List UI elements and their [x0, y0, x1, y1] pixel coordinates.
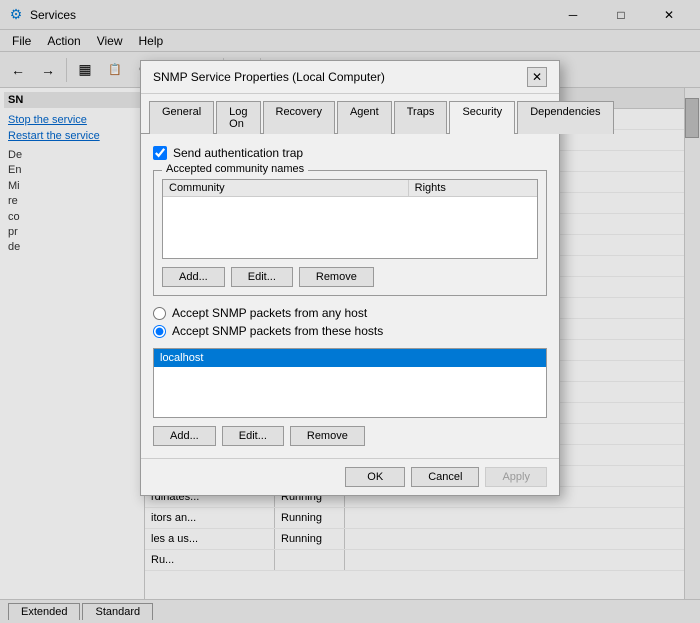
community-remove-button[interactable]: Remove	[299, 267, 374, 287]
hosts-edit-button[interactable]: Edit...	[222, 426, 284, 446]
community-table-header: Community Rights	[163, 180, 537, 197]
dialog-close-button[interactable]: ✕	[527, 67, 547, 87]
auth-trap-label: Send authentication trap	[173, 146, 303, 160]
tab-traps[interactable]: Traps	[394, 101, 448, 134]
tab-logon[interactable]: Log On	[216, 101, 260, 134]
radio-any-row: Accept SNMP packets from any host	[153, 306, 547, 320]
tab-security[interactable]: Security	[449, 101, 515, 134]
apply-button[interactable]: Apply	[485, 467, 547, 487]
dialog-title-bar: SNMP Service Properties (Local Computer)…	[141, 61, 559, 94]
radio-these-row: Accept SNMP packets from these hosts	[153, 324, 547, 338]
community-names-group: Accepted community names Community Right…	[153, 170, 547, 296]
tab-recovery[interactable]: Recovery	[263, 101, 335, 134]
tab-agent[interactable]: Agent	[337, 101, 392, 134]
cancel-button[interactable]: Cancel	[411, 467, 479, 487]
dialog-overlay: SNMP Service Properties (Local Computer)…	[0, 0, 700, 623]
community-edit-button[interactable]: Edit...	[231, 267, 293, 287]
radio-these-label: Accept SNMP packets from these hosts	[172, 324, 383, 338]
hosts-buttons: Add... Edit... Remove	[153, 426, 547, 446]
community-names-title: Accepted community names	[162, 163, 308, 175]
tab-general[interactable]: General	[149, 101, 214, 134]
hosts-list[interactable]: localhost	[153, 348, 547, 418]
auth-trap-row: Send authentication trap	[153, 146, 547, 160]
dialog-title-text: SNMP Service Properties (Local Computer)	[153, 70, 385, 84]
radio-these[interactable]	[153, 325, 166, 338]
dialog-tabs: General Log On Recovery Agent Traps Secu…	[141, 94, 559, 134]
snmp-source-group: Accept SNMP packets from any host Accept…	[153, 306, 547, 338]
hosts-remove-button[interactable]: Remove	[290, 426, 365, 446]
hosts-add-button[interactable]: Add...	[153, 426, 216, 446]
ok-button[interactable]: OK	[345, 467, 405, 487]
tab-dependencies[interactable]: Dependencies	[517, 101, 613, 134]
community-table[interactable]: Community Rights	[162, 179, 538, 259]
col-community: Community	[163, 180, 409, 196]
radio-any[interactable]	[153, 307, 166, 320]
auth-trap-checkbox[interactable]	[153, 146, 167, 160]
list-item[interactable]: localhost	[154, 349, 546, 367]
community-add-button[interactable]: Add...	[162, 267, 225, 287]
dialog-footer: OK Cancel Apply	[141, 458, 559, 495]
radio-any-label: Accept SNMP packets from any host	[172, 306, 367, 320]
col-rights: Rights	[409, 180, 537, 196]
dialog-body: Send authentication trap Accepted commun…	[141, 134, 559, 458]
snmp-dialog: SNMP Service Properties (Local Computer)…	[140, 60, 560, 496]
community-buttons: Add... Edit... Remove	[162, 267, 538, 287]
